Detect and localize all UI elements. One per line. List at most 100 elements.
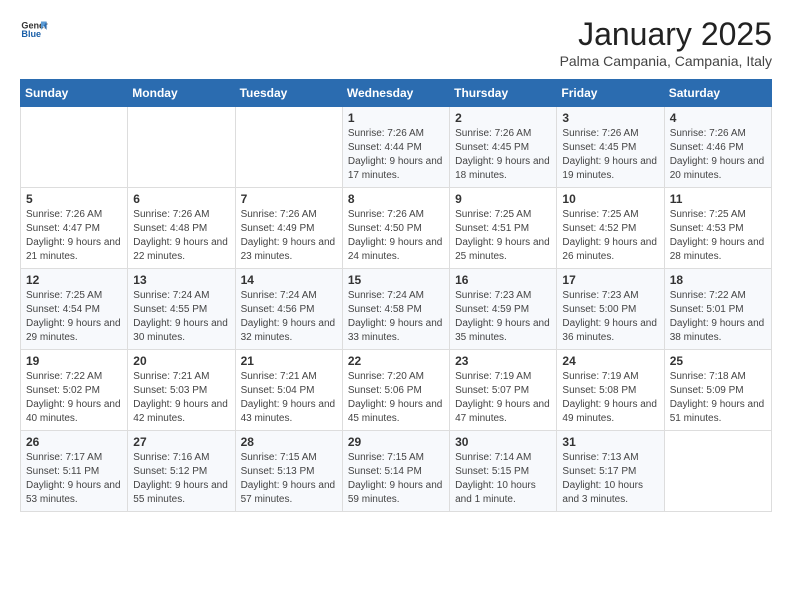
day-info: Sunrise: 7:25 AM Sunset: 4:51 PM Dayligh… [455, 208, 551, 264]
day-number: 19 [26, 354, 122, 368]
day-number: 3 [562, 111, 658, 125]
weekday-header-friday: Friday [557, 80, 664, 107]
day-info: Sunrise: 7:23 AM Sunset: 4:59 PM Dayligh… [455, 289, 551, 345]
day-number: 29 [348, 435, 444, 449]
logo: General Blue [20, 16, 48, 44]
day-info: Sunrise: 7:26 AM Sunset: 4:44 PM Dayligh… [348, 127, 444, 183]
day-number: 14 [241, 273, 337, 287]
day-cell [235, 107, 342, 188]
day-number: 8 [348, 192, 444, 206]
day-number: 9 [455, 192, 551, 206]
day-number: 1 [348, 111, 444, 125]
day-cell: 6Sunrise: 7:26 AM Sunset: 4:48 PM Daylig… [128, 188, 235, 269]
day-info: Sunrise: 7:19 AM Sunset: 5:08 PM Dayligh… [562, 370, 658, 426]
week-row-2: 5 Sunrise: 7:26 AM Sunset: 4:47 PM Daylig… [21, 188, 772, 269]
day-cell: 11Sunrise: 7:25 AM Sunset: 4:53 PM Dayli… [664, 188, 771, 269]
day-info: Sunrise: 7:26 AM Sunset: 4:50 PM Dayligh… [348, 208, 444, 264]
day-cell: 12 Sunrise: 7:25 AM Sunset: 4:54 PM Dayli… [21, 269, 128, 350]
weekday-header-sunday: Sunday [21, 80, 128, 107]
day-number: 23 [455, 354, 551, 368]
day-cell: 28Sunrise: 7:15 AM Sunset: 5:13 PM Dayli… [235, 431, 342, 512]
day-cell: 24 Sunrise: 7:19 AM Sunset: 5:08 PM Dayli… [557, 350, 664, 431]
day-info: Sunrise: 7:15 AM Sunset: 5:14 PM Dayligh… [348, 451, 444, 507]
day-number: 13 [133, 273, 229, 287]
day-number: 12 [26, 273, 122, 287]
logo-icon: General Blue [20, 16, 48, 44]
page: General Blue January 2025 Palma Campania… [0, 0, 792, 528]
day-info: Sunrise: 7:26 AM Sunset: 4:48 PM Dayligh… [133, 208, 229, 264]
day-cell: 31Sunrise: 7:13 AM Sunset: 5:17 PM Dayli… [557, 431, 664, 512]
weekday-header-wednesday: Wednesday [342, 80, 449, 107]
day-number: 27 [133, 435, 229, 449]
day-cell: 15 Sunrise: 7:24 AM Sunset: 4:58 PM Dayli… [342, 269, 449, 350]
weekday-header-tuesday: Tuesday [235, 80, 342, 107]
day-cell: 29 Sunrise: 7:15 AM Sunset: 5:14 PM Dayli… [342, 431, 449, 512]
day-cell: 23 Sunrise: 7:19 AM Sunset: 5:07 PM Dayli… [450, 350, 557, 431]
day-info: Sunrise: 7:24 AM Sunset: 4:58 PM Dayligh… [348, 289, 444, 345]
day-info: Sunrise: 7:13 AM Sunset: 5:17 PM Dayligh… [562, 451, 658, 507]
weekday-header-thursday: Thursday [450, 80, 557, 107]
day-info: Sunrise: 7:20 AM Sunset: 5:06 PM Dayligh… [348, 370, 444, 426]
day-info: Sunrise: 7:25 AM Sunset: 4:54 PM Dayligh… [26, 289, 122, 345]
day-cell: 3 Sunrise: 7:26 AM Sunset: 4:45 PM Daylig… [557, 107, 664, 188]
week-row-3: 12 Sunrise: 7:25 AM Sunset: 4:54 PM Dayli… [21, 269, 772, 350]
week-row-5: 26Sunrise: 7:17 AM Sunset: 5:11 PM Dayli… [21, 431, 772, 512]
day-cell: 21 Sunrise: 7:21 AM Sunset: 5:04 PM Dayli… [235, 350, 342, 431]
calendar-table: SundayMondayTuesdayWednesdayThursdayFrid… [20, 79, 772, 512]
day-cell: 2 Sunrise: 7:26 AM Sunset: 4:45 PM Daylig… [450, 107, 557, 188]
day-number: 30 [455, 435, 551, 449]
day-number: 24 [562, 354, 658, 368]
day-number: 10 [562, 192, 658, 206]
day-info: Sunrise: 7:21 AM Sunset: 5:04 PM Dayligh… [241, 370, 337, 426]
weekday-header-monday: Monday [128, 80, 235, 107]
day-cell: 16 Sunrise: 7:23 AM Sunset: 4:59 PM Dayli… [450, 269, 557, 350]
day-cell: 7Sunrise: 7:26 AM Sunset: 4:49 PM Daylig… [235, 188, 342, 269]
day-info: Sunrise: 7:22 AM Sunset: 5:01 PM Dayligh… [670, 289, 766, 345]
day-number: 16 [455, 273, 551, 287]
day-cell: 8 Sunrise: 7:26 AM Sunset: 4:50 PM Daylig… [342, 188, 449, 269]
day-number: 21 [241, 354, 337, 368]
svg-text:Blue: Blue [21, 29, 41, 39]
day-info: Sunrise: 7:16 AM Sunset: 5:12 PM Dayligh… [133, 451, 229, 507]
day-info: Sunrise: 7:22 AM Sunset: 5:02 PM Dayligh… [26, 370, 122, 426]
day-number: 18 [670, 273, 766, 287]
day-cell [664, 431, 771, 512]
day-number: 11 [670, 192, 766, 206]
day-cell: 20Sunrise: 7:21 AM Sunset: 5:03 PM Dayli… [128, 350, 235, 431]
weekday-header-saturday: Saturday [664, 80, 771, 107]
day-info: Sunrise: 7:24 AM Sunset: 4:56 PM Dayligh… [241, 289, 337, 345]
day-cell: 1 Sunrise: 7:26 AM Sunset: 4:44 PM Daylig… [342, 107, 449, 188]
day-info: Sunrise: 7:17 AM Sunset: 5:11 PM Dayligh… [26, 451, 122, 507]
day-cell: 4Sunrise: 7:26 AM Sunset: 4:46 PM Daylig… [664, 107, 771, 188]
day-cell: 22 Sunrise: 7:20 AM Sunset: 5:06 PM Dayli… [342, 350, 449, 431]
day-number: 25 [670, 354, 766, 368]
header: General Blue January 2025 Palma Campania… [20, 16, 772, 69]
location-title: Palma Campania, Campania, Italy [560, 53, 772, 69]
day-number: 5 [26, 192, 122, 206]
weekday-header-row: SundayMondayTuesdayWednesdayThursdayFrid… [21, 80, 772, 107]
day-cell: 17Sunrise: 7:23 AM Sunset: 5:00 PM Dayli… [557, 269, 664, 350]
day-info: Sunrise: 7:19 AM Sunset: 5:07 PM Dayligh… [455, 370, 551, 426]
day-info: Sunrise: 7:26 AM Sunset: 4:47 PM Dayligh… [26, 208, 122, 264]
day-cell [21, 107, 128, 188]
day-info: Sunrise: 7:26 AM Sunset: 4:49 PM Dayligh… [241, 208, 337, 264]
day-info: Sunrise: 7:25 AM Sunset: 4:52 PM Dayligh… [562, 208, 658, 264]
day-info: Sunrise: 7:14 AM Sunset: 5:15 PM Dayligh… [455, 451, 551, 507]
day-number: 15 [348, 273, 444, 287]
day-info: Sunrise: 7:26 AM Sunset: 4:45 PM Dayligh… [455, 127, 551, 183]
day-number: 2 [455, 111, 551, 125]
week-row-4: 19 Sunrise: 7:22 AM Sunset: 5:02 PM Dayli… [21, 350, 772, 431]
day-info: Sunrise: 7:23 AM Sunset: 5:00 PM Dayligh… [562, 289, 658, 345]
day-cell: 14 Sunrise: 7:24 AM Sunset: 4:56 PM Dayli… [235, 269, 342, 350]
day-cell: 27 Sunrise: 7:16 AM Sunset: 5:12 PM Dayli… [128, 431, 235, 512]
day-cell: 30 Sunrise: 7:14 AM Sunset: 5:15 PM Dayli… [450, 431, 557, 512]
week-row-1: 1 Sunrise: 7:26 AM Sunset: 4:44 PM Daylig… [21, 107, 772, 188]
day-number: 4 [670, 111, 766, 125]
day-cell: 13Sunrise: 7:24 AM Sunset: 4:55 PM Dayli… [128, 269, 235, 350]
day-cell [128, 107, 235, 188]
day-cell: 9 Sunrise: 7:25 AM Sunset: 4:51 PM Daylig… [450, 188, 557, 269]
day-info: Sunrise: 7:26 AM Sunset: 4:45 PM Dayligh… [562, 127, 658, 183]
day-info: Sunrise: 7:15 AM Sunset: 5:13 PM Dayligh… [241, 451, 337, 507]
day-number: 22 [348, 354, 444, 368]
day-cell: 10 Sunrise: 7:25 AM Sunset: 4:52 PM Dayli… [557, 188, 664, 269]
